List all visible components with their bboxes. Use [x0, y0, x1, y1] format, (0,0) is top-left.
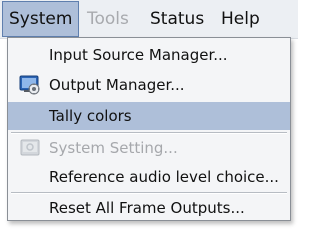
menu-item-label: System Setting...: [49, 139, 178, 157]
menu-bar: System Tools Status Help: [0, 0, 298, 39]
menu-item-reference-audio-level[interactable]: Reference audio level choice...: [8, 163, 290, 191]
menu-item-system-setting[interactable]: System Setting...: [8, 134, 290, 162]
system-menu-dropdown: Input Source Manager... Output Manager..…: [7, 37, 291, 221]
output-manager-icon: [19, 74, 41, 96]
menu-item-label: Reference audio level choice...: [49, 168, 279, 186]
menu-item-reset-frame-outputs[interactable]: Reset All Frame Outputs...: [8, 194, 290, 222]
menu-item-output-manager[interactable]: Output Manager...: [8, 71, 290, 99]
application-window: System Tools Status Help Input Source Ma…: [0, 0, 298, 227]
menu-help[interactable]: Help: [221, 0, 260, 38]
menu-tools[interactable]: Tools: [87, 0, 129, 38]
menu-item-input-source-manager[interactable]: Input Source Manager...: [8, 41, 290, 69]
menu-item-label: Tally colors: [49, 107, 132, 125]
menu-status[interactable]: Status: [150, 0, 204, 38]
system-setting-icon: [19, 137, 41, 159]
menu-item-tally-colors[interactable]: Tally colors: [8, 102, 290, 130]
menu-item-label: Reset All Frame Outputs...: [49, 199, 245, 217]
menu-item-label: Input Source Manager...: [49, 46, 228, 64]
menu-system[interactable]: System: [2, 1, 80, 37]
menu-item-label: Output Manager...: [49, 76, 185, 94]
